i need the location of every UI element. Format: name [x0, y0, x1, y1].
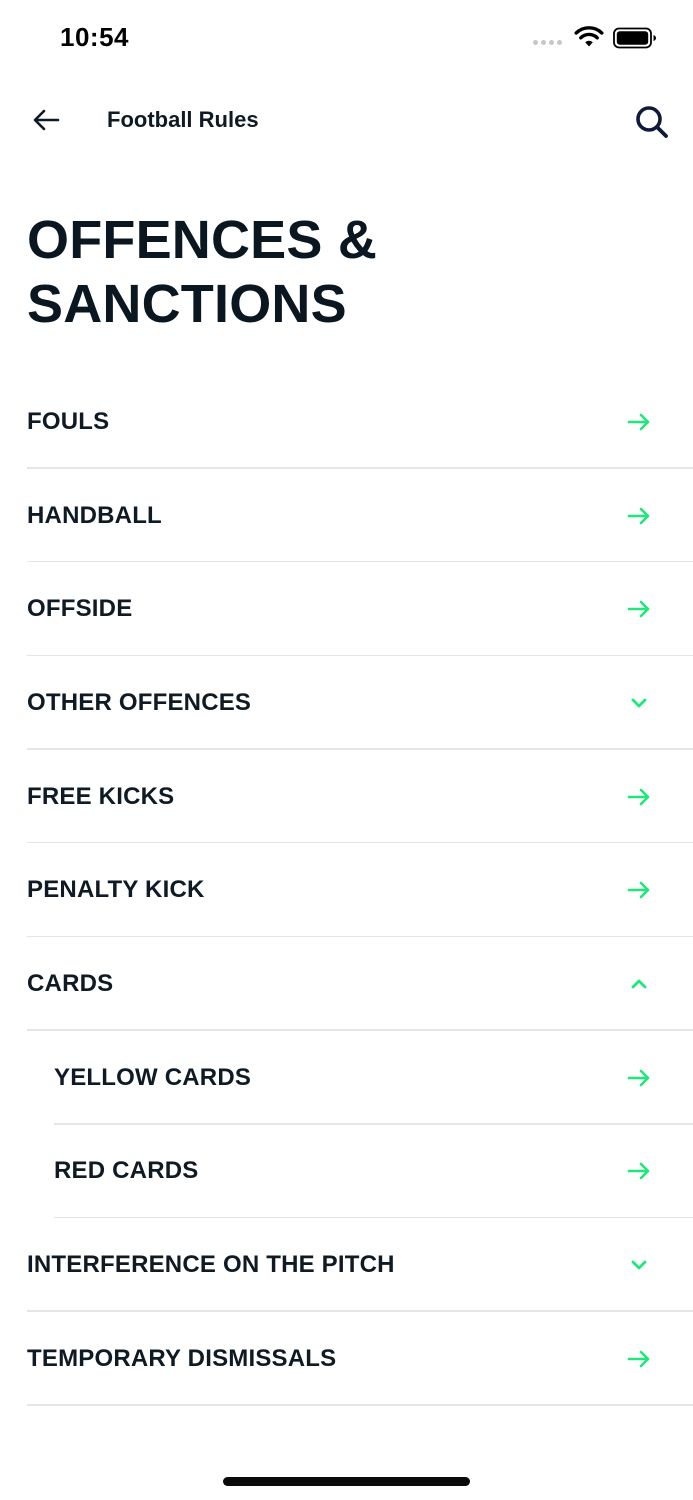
wifi-icon: [574, 26, 604, 47]
screen: 10:54 Football Rules OFFENCES & SANCTION…: [0, 0, 693, 1500]
back-button[interactable]: [28, 104, 64, 136]
chevron-up-icon: [631, 979, 647, 989]
list-item[interactable]: CARDS: [0, 937, 693, 1031]
list-item[interactable]: PENALTY KICK: [0, 843, 693, 938]
list-item-label: HANDBALL: [27, 501, 162, 529]
arrow-right-icon: [627, 1069, 650, 1086]
list-item[interactable]: INTERFERENCE ON THE PITCH: [0, 1218, 693, 1312]
list-item[interactable]: TEMPORARY DISMISSALS: [0, 1312, 693, 1406]
list-item[interactable]: YELLOW CARDS: [0, 1031, 693, 1125]
list-item-label: INTERFERENCE ON THE PITCH: [27, 1251, 395, 1279]
arrow-right-icon: [627, 507, 650, 524]
search-icon: [636, 106, 668, 138]
list-item[interactable]: OFFSIDE: [0, 562, 693, 657]
rules-list: FOULS HANDBALL OFFSIDE OTHER OFFENCES FREE K…: [0, 375, 693, 1406]
list-item[interactable]: OTHER OFFENCES: [0, 656, 693, 750]
list-item-label: FREE KICKS: [27, 782, 175, 810]
home-indicator: [223, 1477, 470, 1486]
list-item[interactable]: FOULS: [0, 375, 693, 469]
list-item-label: CARDS: [27, 969, 114, 997]
arrow-right-icon: [627, 788, 650, 805]
list-item-label: OFFSIDE: [27, 595, 133, 623]
list-item-label: OTHER OFFENCES: [27, 688, 252, 716]
cellular-signal-icon: [533, 40, 562, 45]
search-button[interactable]: [632, 102, 672, 142]
list-item-label: PENALTY KICK: [27, 876, 205, 904]
arrow-right-icon: [627, 1163, 650, 1180]
list-item-label: FOULS: [27, 407, 110, 435]
arrow-right-icon: [627, 881, 650, 899]
status-time: 10:54: [60, 22, 129, 52]
nav-bar: Football Rules: [0, 90, 693, 150]
arrow-left-icon: [33, 109, 60, 131]
divider: [27, 1404, 693, 1406]
list-item-label: YELLOW CARDS: [54, 1063, 252, 1091]
nav-title: Football Rules: [107, 107, 259, 132]
chevron-down-icon: [631, 698, 647, 708]
status-bar: 10:54: [0, 0, 693, 80]
list-item-label: TEMPORARY DISMISSALS: [27, 1344, 337, 1372]
arrow-right-icon: [627, 600, 650, 618]
list-item[interactable]: FREE KICKS: [0, 750, 693, 844]
arrow-right-icon: [627, 413, 650, 431]
list-item[interactable]: RED CARDS: [0, 1125, 693, 1219]
arrow-right-icon: [627, 1350, 650, 1368]
page-title: OFFENCES & SANCTIONS: [27, 210, 378, 334]
list-item-label: RED CARDS: [54, 1157, 199, 1185]
list-item[interactable]: HANDBALL: [0, 469, 693, 563]
chevron-down-icon: [631, 1260, 647, 1270]
battery-icon: [613, 27, 656, 49]
